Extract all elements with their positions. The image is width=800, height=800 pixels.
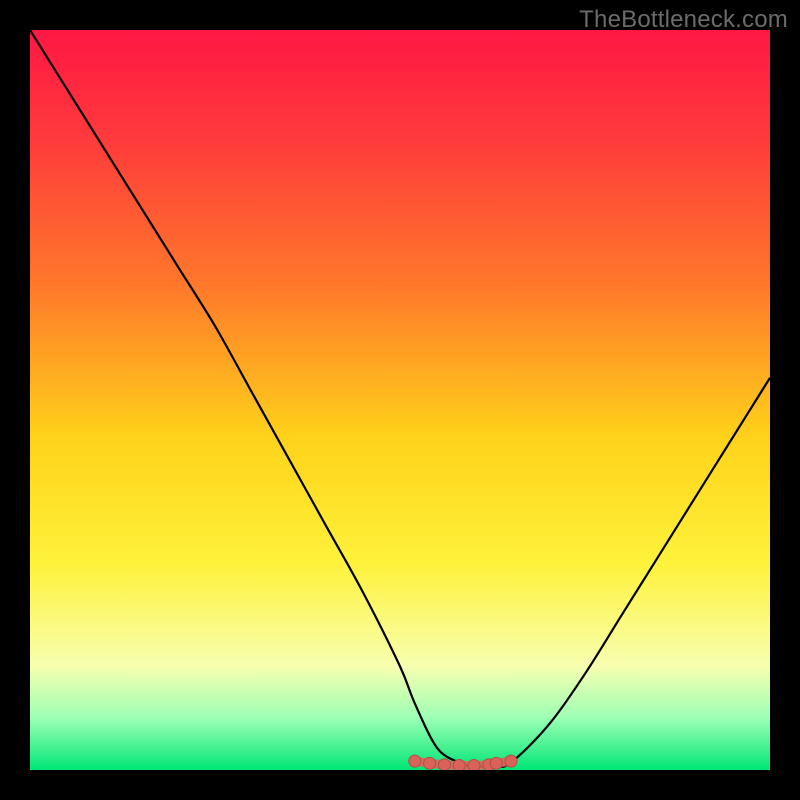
valley-marker-dot <box>438 759 450 770</box>
valley-marker-dot <box>505 755 517 767</box>
chart-frame: TheBottleneck.com <box>0 0 800 800</box>
valley-marker-dot <box>490 757 502 769</box>
valley-marker-dot <box>409 755 421 767</box>
gradient-background <box>30 30 770 770</box>
chart-svg <box>30 30 770 770</box>
valley-marker-dot <box>468 760 480 770</box>
valley-marker-dot <box>453 760 465 770</box>
valley-marker-dot <box>424 757 436 769</box>
plot-area <box>30 30 770 770</box>
